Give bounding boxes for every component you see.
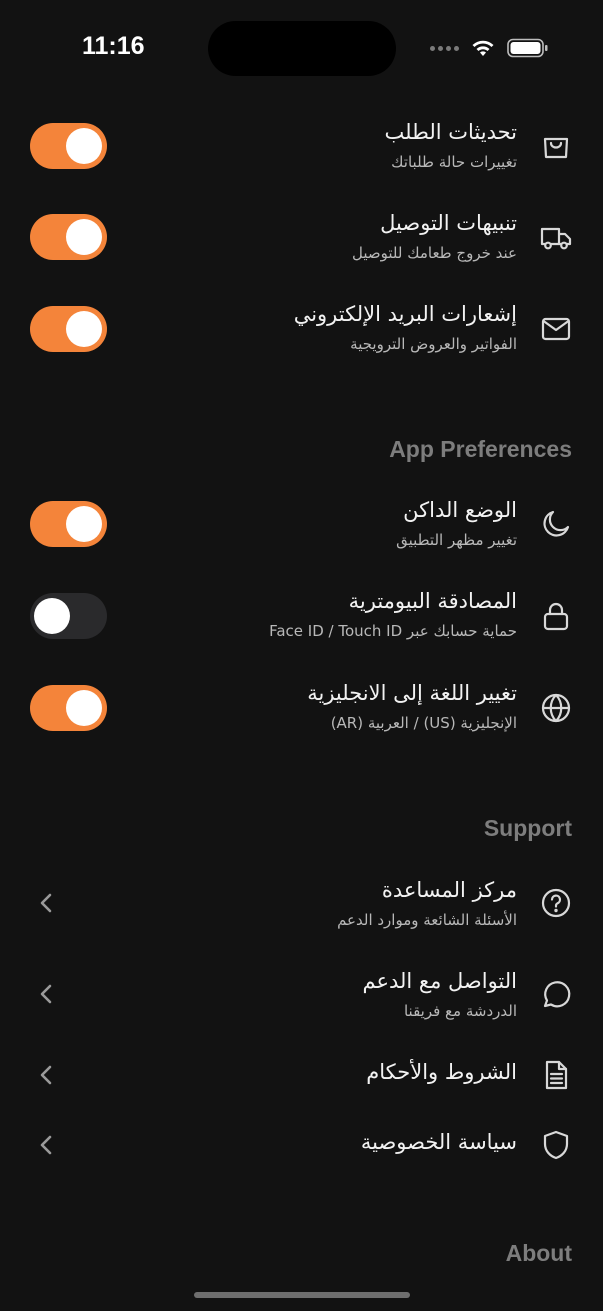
dark-mode-toggle[interactable] xyxy=(30,501,107,547)
truck-icon xyxy=(540,221,572,253)
document-icon xyxy=(540,1059,572,1091)
shield-icon xyxy=(540,1129,572,1161)
biometric-subtitle: حماية حسابك عبر Face ID / Touch ID xyxy=(269,622,517,640)
signal-icon xyxy=(430,45,459,51)
help-circle-icon xyxy=(540,887,572,919)
app-preferences-header: App Preferences xyxy=(389,436,572,462)
order-updates-title: تحديثات الطلب xyxy=(384,120,517,144)
moon-icon xyxy=(540,508,572,540)
support-header: Support xyxy=(483,815,572,841)
help-center-title: مركز المساعدة xyxy=(381,878,517,902)
delivery-alerts-subtitle: عند خروج طعامك للتوصيل xyxy=(352,244,517,262)
privacy-title: سياسة الخصوصية xyxy=(360,1130,517,1154)
email-notifications-toggle[interactable] xyxy=(30,306,107,352)
chat-bubble-icon xyxy=(540,979,572,1011)
email-notifications-subtitle: الفواتير والعروض الترويجية xyxy=(350,335,517,353)
chevron-left-icon xyxy=(38,891,54,915)
order-updates-toggle[interactable] xyxy=(30,123,107,169)
dark-mode-title: الوضع الداكن xyxy=(403,498,517,522)
about-header: About xyxy=(505,1240,572,1266)
language-toggle[interactable] xyxy=(30,685,107,731)
chevron-left-icon xyxy=(38,1063,54,1087)
status-time: 11:16 xyxy=(82,32,145,60)
biometric-title: المصادقة البيومترية xyxy=(348,589,517,613)
delivery-alerts-title: تنبيهات التوصيل xyxy=(380,211,517,235)
email-notifications-row: إشعارات البريد الإلكتروني الفواتير والعر… xyxy=(0,300,603,360)
terms-title: الشروط والأحكام xyxy=(366,1060,517,1084)
order-updates-subtitle: تغييرات حالة طلباتك xyxy=(391,153,517,171)
globe-icon xyxy=(540,692,572,724)
language-row: تغيير اللغة إلى الانجليزية الإنجليزية (U… xyxy=(0,679,603,739)
delivery-alerts-row: تنبيهات التوصيل عند خروج طعامك للتوصيل xyxy=(0,209,603,269)
dark-mode-row: الوضع الداكن تغيير مظهر التطبيق xyxy=(0,496,603,556)
contact-support-row[interactable]: التواصل مع الدعم الدردشة مع فريقنا xyxy=(0,967,603,1027)
status-indicators xyxy=(430,38,549,58)
terms-row[interactable]: الشروط والأحكام xyxy=(0,1058,603,1098)
language-subtitle: الإنجليزية (US) / العربية (AR) xyxy=(330,714,517,732)
email-notifications-title: إشعارات البريد الإلكتروني xyxy=(293,302,517,326)
shopping-bag-icon xyxy=(540,130,572,162)
dark-mode-subtitle: تغيير مظهر التطبيق xyxy=(396,531,517,549)
delivery-alerts-toggle[interactable] xyxy=(30,214,107,260)
privacy-row[interactable]: سياسة الخصوصية xyxy=(0,1128,603,1168)
wifi-icon xyxy=(472,40,494,56)
biometric-row: المصادقة البيومترية حماية حسابك عبر Face… xyxy=(0,587,603,647)
contact-support-title: التواصل مع الدعم xyxy=(362,969,517,993)
lock-icon xyxy=(540,600,572,632)
biometric-toggle[interactable] xyxy=(30,593,107,639)
help-center-row[interactable]: مركز المساعدة الأسئلة الشائعة وموارد الد… xyxy=(0,876,603,936)
status-bar: 11:16 xyxy=(0,0,603,96)
chevron-left-icon xyxy=(38,982,54,1006)
mail-icon xyxy=(540,313,572,345)
contact-support-subtitle: الدردشة مع فريقنا xyxy=(403,1002,517,1020)
home-indicator xyxy=(194,1292,410,1298)
order-updates-row: تحديثات الطلب تغييرات حالة طلباتك xyxy=(0,118,603,178)
language-title: تغيير اللغة إلى الانجليزية xyxy=(307,681,517,705)
chevron-left-icon xyxy=(38,1133,54,1157)
help-center-subtitle: الأسئلة الشائعة وموارد الدعم xyxy=(337,911,517,929)
battery-icon xyxy=(507,38,548,58)
dynamic-island xyxy=(208,21,396,76)
